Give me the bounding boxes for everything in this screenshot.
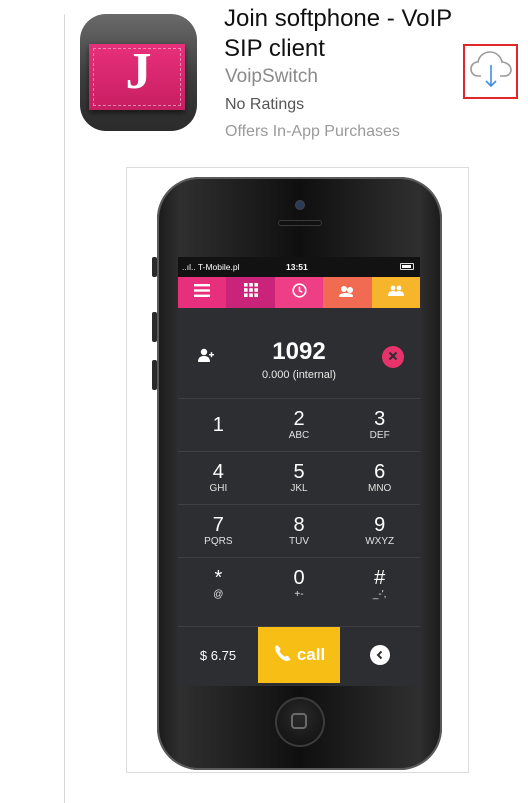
tab-contacts[interactable] <box>323 277 372 308</box>
people-icon <box>338 284 356 302</box>
app-title: Join softphone - VoIP SIP client <box>224 5 452 62</box>
tab-recents[interactable] <box>274 277 324 308</box>
back-button[interactable] <box>340 627 420 683</box>
download-button[interactable] <box>463 44 518 99</box>
dial-header: 1092 0.000 (internal) <box>178 308 420 394</box>
call-label: call <box>296 645 326 664</box>
status-bar: ..ıl.. T-Mobile.pl 13:51 <box>178 257 420 277</box>
keypad-key[interactable]: # _-', <box>339 558 420 610</box>
ratings-text: No Ratings <box>225 96 305 113</box>
status-time: 13:51 <box>286 262 308 272</box>
key-digit: 4 <box>212 461 224 483</box>
call-bar: $ 6.75 call <box>178 626 420 683</box>
key-letters: DEF <box>369 430 390 441</box>
keypad: 1 2 ABC 3 DEF 4 GHI 5 JKL 6 MNO 7 PQRS 8 TUV 9 WXYZ * @0 +-… <box>178 398 420 610</box>
tab-keypad[interactable] <box>226 277 275 308</box>
keypad-key[interactable]: 9 WXYZ <box>339 505 420 557</box>
app-icon[interactable]: J <box>80 14 197 131</box>
in-app-purchases-text: Offers In-App Purchases <box>225 123 400 140</box>
key-digit: 3 <box>374 408 386 430</box>
keypad-key[interactable]: 4 GHI <box>178 452 259 504</box>
balance-line: 0.000 (internal) <box>262 369 336 381</box>
phone-screen: ..ıl.. T-Mobile.pl 13:51 1092 0.000 (int… <box>178 257 420 686</box>
phone-home-button <box>275 697 325 747</box>
keypad-key[interactable]: * @ <box>178 558 259 610</box>
developer-name[interactable]: VoipSwitch <box>225 66 318 88</box>
keypad-key[interactable]: 6 MNO <box>339 452 420 504</box>
group-icon <box>387 284 404 302</box>
tab-groups[interactable] <box>371 277 420 308</box>
key-digit: 8 <box>293 514 305 536</box>
phone-camera <box>296 201 304 209</box>
carrier-label: ..ıl.. T-Mobile.pl <box>182 262 240 272</box>
key-letters: MNO <box>368 483 392 494</box>
keypad-row: * @0 +- # _-', <box>178 557 420 610</box>
phone-speaker <box>278 220 322 226</box>
keypad-key[interactable]: 3 DEF <box>339 399 420 451</box>
tab-bar <box>178 277 420 308</box>
key-letters: GHI <box>209 483 228 494</box>
key-letters: _-', <box>372 589 387 600</box>
keypad-key[interactable]: 7 PQRS <box>178 505 259 557</box>
key-digit: 0 <box>293 567 305 589</box>
chevron-left-icon <box>370 645 390 665</box>
key-letters: +- <box>294 589 304 600</box>
keypad-row: 1 2 ABC 3 DEF <box>178 398 420 451</box>
key-digit: # <box>374 567 386 589</box>
menu-icon <box>194 283 211 302</box>
app-icon-letter: J <box>125 43 152 100</box>
tab-menu[interactable] <box>178 277 227 308</box>
key-digit: 6 <box>374 461 386 483</box>
key-letters: JKL <box>290 483 308 494</box>
clear-number-button[interactable] <box>382 346 404 368</box>
key-digit: * <box>214 567 223 589</box>
phone-handset-icon <box>273 643 293 668</box>
key-letters: TUV <box>289 536 309 547</box>
clock-icon <box>291 282 307 303</box>
key-digit: 1 <box>212 413 224 436</box>
keypad-key[interactable]: 0 +- <box>259 558 340 610</box>
key-digit: 2 <box>293 408 305 430</box>
key-letters: PQRS <box>204 536 233 547</box>
call-button[interactable]: call <box>258 627 340 683</box>
left-divider <box>64 14 65 803</box>
key-letters: ABC <box>288 430 310 441</box>
keypad-row: 4 GHI 5 JKL 6 MNO <box>178 451 420 504</box>
credit-balance: $ 6.75 <box>199 647 237 663</box>
keypad-row: 7 PQRS 8 TUV 9 WXYZ <box>178 504 420 557</box>
key-digit: 9 <box>374 514 386 536</box>
keypad-grid-icon <box>243 283 258 302</box>
key-digit: 7 <box>212 514 224 536</box>
keypad-key[interactable]: 8 TUV <box>259 505 340 557</box>
battery-icon <box>400 263 414 270</box>
key-letters: @ <box>213 589 224 600</box>
cloud-download-icon <box>469 49 513 94</box>
keypad-key[interactable]: 1 <box>178 399 259 451</box>
close-icon <box>388 348 398 366</box>
keypad-key[interactable]: 2 ABC <box>259 399 340 451</box>
key-letters: WXYZ <box>365 536 395 547</box>
key-digit: 5 <box>293 461 305 483</box>
keypad-key[interactable]: 5 JKL <box>259 452 340 504</box>
